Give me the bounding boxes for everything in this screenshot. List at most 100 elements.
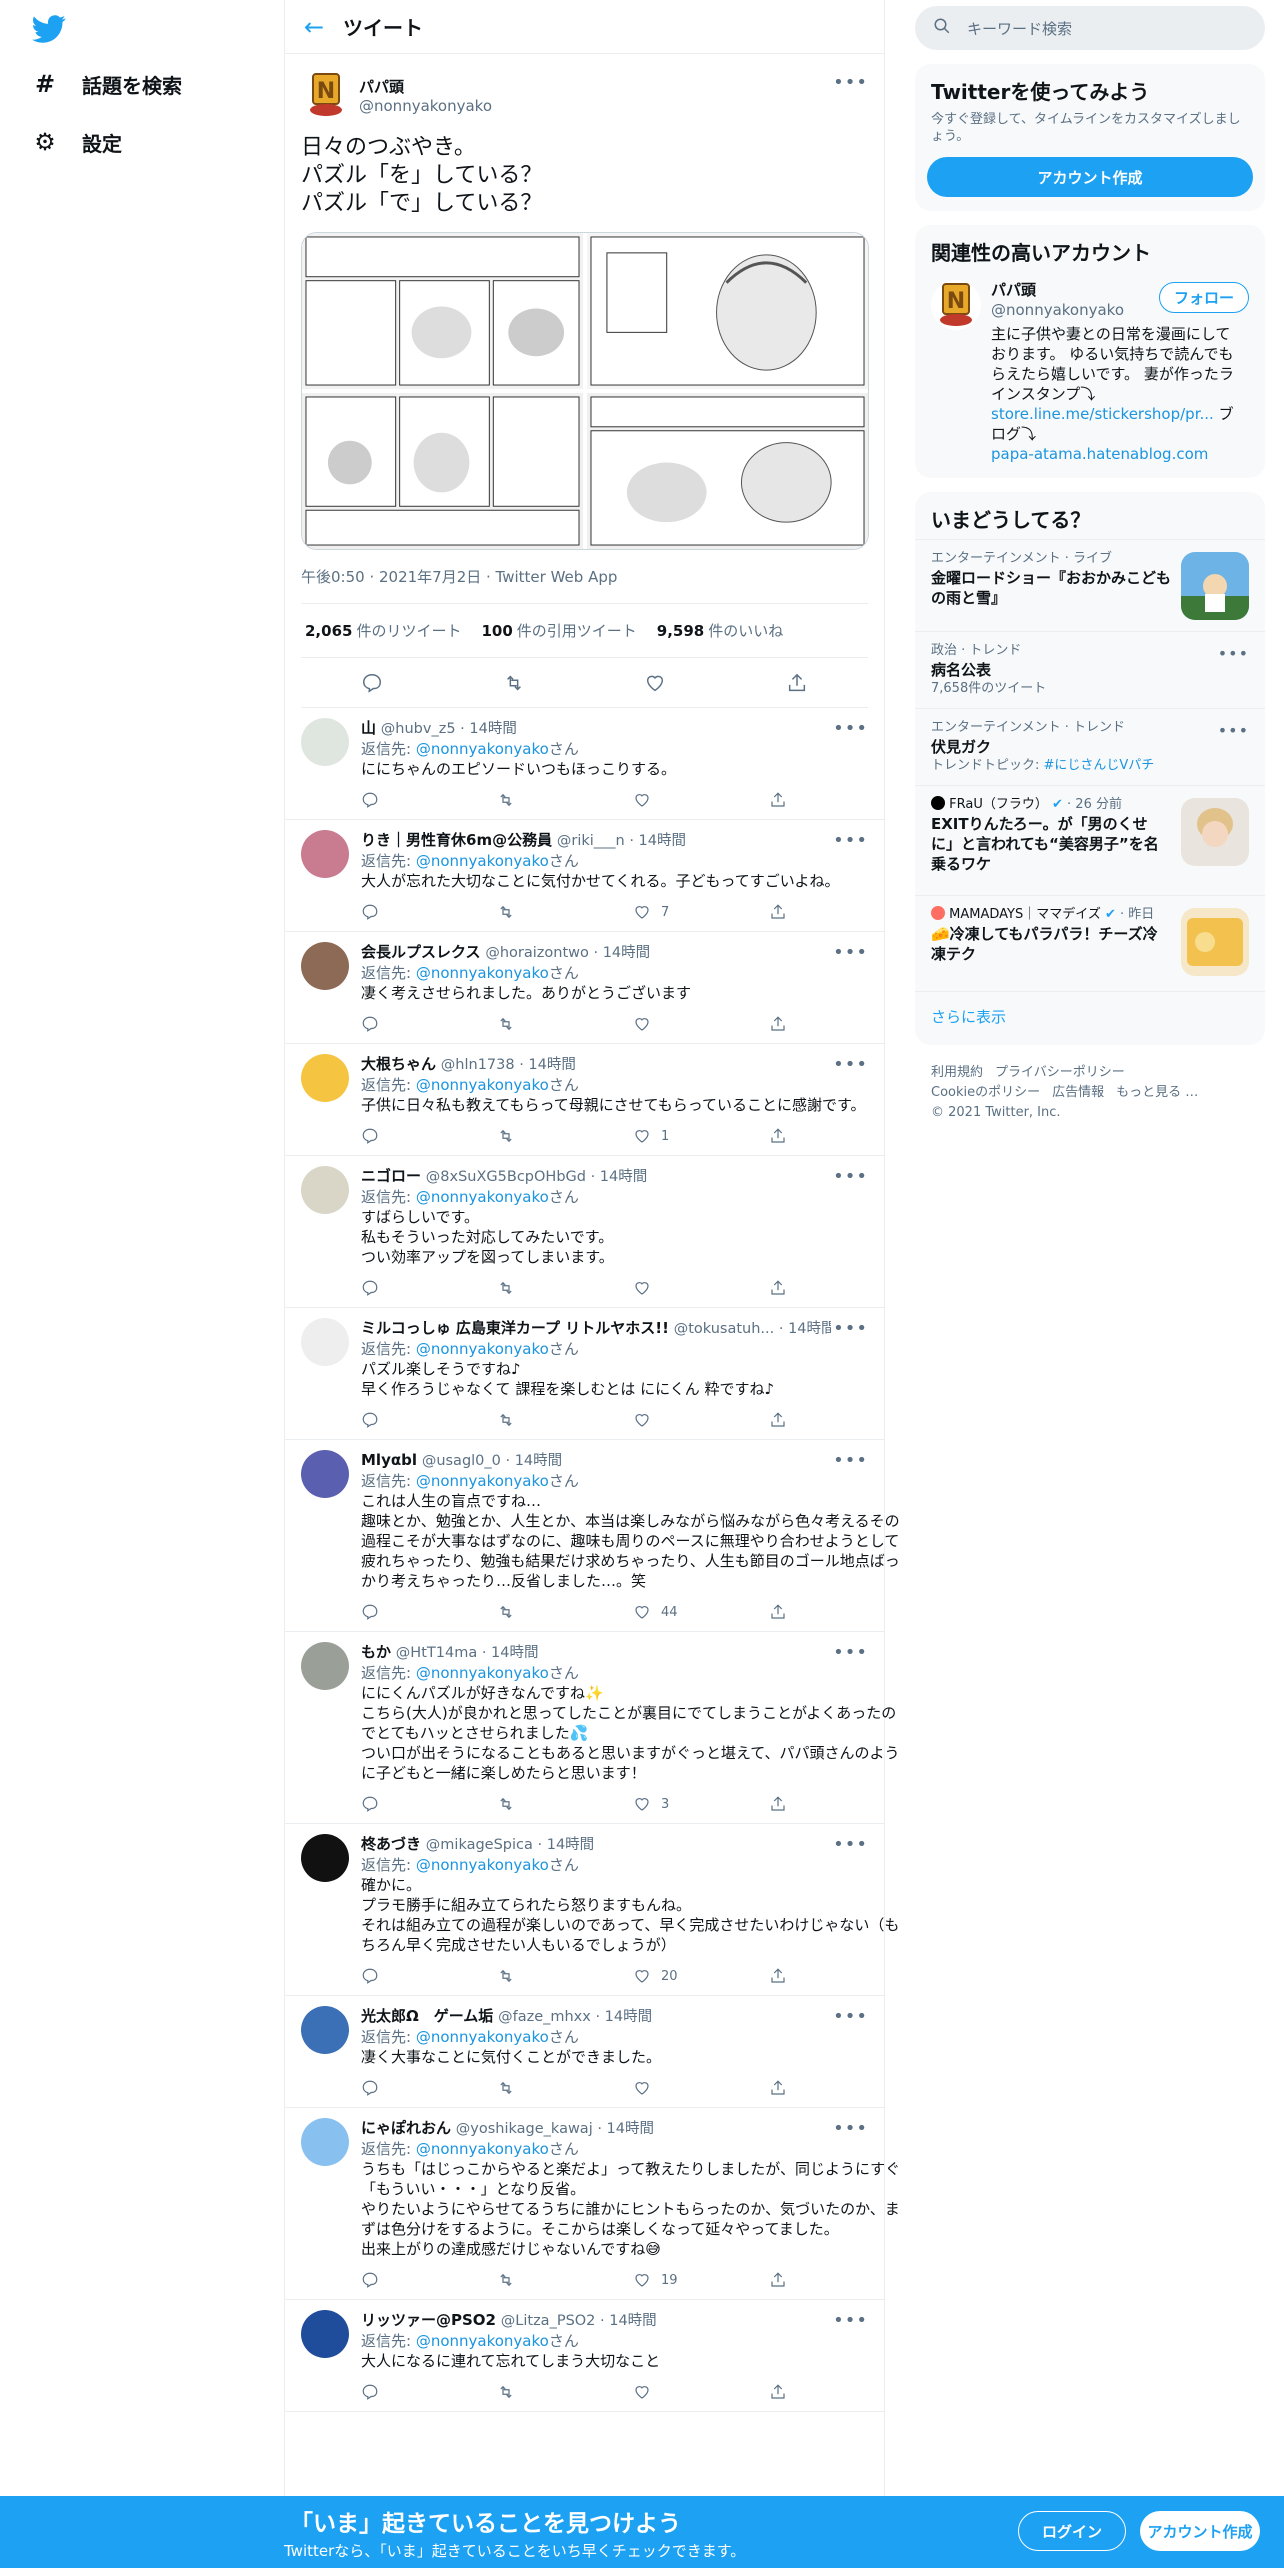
- footer-link-terms[interactable]: 利用規約: [931, 1065, 983, 1080]
- reply-to-handle[interactable]: @nonnyakonyako: [416, 1472, 549, 1490]
- share-icon[interactable]: [769, 1127, 787, 1145]
- like-icon[interactable]: [633, 903, 651, 921]
- reply-tweet[interactable]: リッツァー@PSO2 @Litza_PSO2 · 14時間 返信先: @nonny…: [285, 2300, 884, 2412]
- reply-tweet[interactable]: 会長ルプスレクス @horaizontwo · 14時間 返信先: @nonnya…: [285, 932, 884, 1044]
- reply-meta[interactable]: @hubv_z5 · 14時間: [381, 721, 517, 737]
- reply-icon[interactable]: [361, 1603, 379, 1621]
- reply-to-handle[interactable]: @nonnyakonyako: [416, 1340, 549, 1358]
- twitter-logo-icon[interactable]: [32, 12, 66, 46]
- reply-icon[interactable]: [361, 1411, 379, 1429]
- trend-item[interactable]: エンターテインメント · ライブ 金曜ロードショー『おおかみこどもの雨と雪』: [915, 539, 1265, 631]
- avatar[interactable]: [301, 718, 349, 766]
- reply-tweet[interactable]: 山 @hubv_z5 · 14時間 返信先: @nonnyakonyakoさん にに…: [285, 708, 884, 820]
- retweet-icon[interactable]: [497, 1603, 515, 1621]
- reply-author-name[interactable]: 柊あづき: [361, 1835, 421, 1853]
- share-icon[interactable]: [769, 1603, 787, 1621]
- reply-author-name[interactable]: もか: [361, 1643, 391, 1661]
- retweets-stat[interactable]: 2,065 件のリツイート: [305, 620, 461, 641]
- reply-author-name[interactable]: 大根ちゃん: [361, 1055, 436, 1073]
- avatar[interactable]: [301, 2310, 349, 2358]
- share-icon[interactable]: [769, 2079, 787, 2097]
- share-icon[interactable]: [769, 1279, 787, 1297]
- reply-to-handle[interactable]: @nonnyakonyako: [416, 1664, 549, 1682]
- reply-icon[interactable]: [361, 2079, 379, 2097]
- more-options-icon[interactable]: •••: [833, 718, 868, 739]
- related-link-line[interactable]: store.line.me/stickershop/pr...: [991, 405, 1214, 423]
- reply-author-name[interactable]: ミルコっしゅ 広島東洋カープ リトルヤホス!!: [361, 1319, 669, 1337]
- reply-icon[interactable]: [361, 2271, 379, 2289]
- related-account[interactable]: N パパ頭 @nonnyakonyako 主に子供や妻との日常を漫画にしておりま…: [915, 272, 1265, 478]
- share-icon[interactable]: [769, 791, 787, 809]
- author-name[interactable]: パパ頭: [359, 76, 492, 97]
- like-icon[interactable]: [633, 1279, 651, 1297]
- trend-item[interactable]: 政治 · トレンド 病名公表 7,658件のツイート •••: [915, 631, 1265, 708]
- likes-stat[interactable]: 9,598 件のいいね: [657, 620, 783, 641]
- reply-meta[interactable]: @usagl0_0 · 14時間: [422, 1453, 562, 1469]
- retweet-icon[interactable]: [497, 1967, 515, 1985]
- share-icon[interactable]: [769, 1967, 787, 1985]
- reply-icon[interactable]: [361, 1015, 379, 1033]
- retweet-icon[interactable]: [497, 1795, 515, 1813]
- show-more-link[interactable]: さらに表示: [915, 991, 1265, 1045]
- more-options-icon[interactable]: •••: [833, 2310, 868, 2331]
- reply-to-handle[interactable]: @nonnyakonyako: [416, 2028, 549, 2046]
- retweet-icon[interactable]: [497, 1127, 515, 1145]
- like-icon[interactable]: [633, 1603, 651, 1621]
- like-icon[interactable]: [633, 2079, 651, 2097]
- reply-author-name[interactable]: リッツァー@PSO2: [361, 2311, 496, 2329]
- footer-link-ads[interactable]: 広告情報: [1052, 1085, 1104, 1100]
- footer-link-more[interactable]: もっと見る …: [1116, 1085, 1198, 1100]
- nav-settings[interactable]: ⚙ 設定: [32, 122, 122, 162]
- reply-meta[interactable]: @yoshikage_kawaj · 14時間: [456, 2121, 654, 2137]
- reply-to-handle[interactable]: @nonnyakonyako: [416, 2332, 549, 2350]
- more-options-icon[interactable]: •••: [833, 2118, 868, 2139]
- avatar[interactable]: [301, 1318, 349, 1366]
- reply-author-name[interactable]: りき｜男性育休6m@公務員: [361, 831, 552, 849]
- reply-tweet[interactable]: りき｜男性育休6m@公務員 @riki___n · 14時間 返信先: @nonn…: [285, 820, 884, 932]
- create-account-button[interactable]: アカウント作成: [927, 157, 1253, 197]
- like-icon[interactable]: [633, 1795, 651, 1813]
- reply-meta[interactable]: @HtT14ma · 14時間: [396, 1645, 539, 1661]
- signup-button[interactable]: アカウント作成: [1140, 2511, 1260, 2551]
- retweet-icon[interactable]: [497, 903, 515, 921]
- reply-tweet[interactable]: Mlyαbl @usagl0_0 · 14時間 返信先: @nonnyakonya…: [285, 1440, 900, 1632]
- tweet-timestamp[interactable]: 午後0:50 · 2021年7月2日 · Twitter Web App: [301, 550, 868, 604]
- comic-image-2[interactable]: [587, 233, 868, 389]
- news-item[interactable]: FRaU（フラウ） ✔ · 26 分前 EXITりんたろー。が「男のくせに」と言…: [915, 785, 1265, 895]
- trend-item[interactable]: エンターテインメント · トレンド 伏見ガク トレンドトピック: #にじさんじV…: [915, 708, 1265, 785]
- more-options-icon[interactable]: •••: [833, 1450, 868, 1471]
- more-options-icon[interactable]: •••: [833, 1054, 868, 1075]
- reply-icon[interactable]: [361, 1967, 379, 1985]
- avatar[interactable]: [301, 942, 349, 990]
- reply-icon[interactable]: [361, 2383, 379, 2401]
- more-options-icon[interactable]: •••: [833, 72, 868, 93]
- reply-tweet[interactable]: ミルコっしゅ 広島東洋カープ リトルヤホス!! @tokusatuh... · …: [285, 1308, 884, 1440]
- footer-link-cookies[interactable]: Cookieのポリシー: [931, 1085, 1040, 1100]
- avatar[interactable]: [301, 2118, 349, 2166]
- reply-tweet[interactable]: にゃぽれおん @yoshikage_kawaj · 14時間 返信先: @nonn…: [285, 2108, 900, 2300]
- avatar[interactable]: [301, 1450, 349, 1498]
- retweet-icon[interactable]: [497, 2079, 515, 2097]
- avatar[interactable]: [301, 1054, 349, 1102]
- more-options-icon[interactable]: •••: [833, 2006, 868, 2027]
- comic-image-3[interactable]: [302, 393, 583, 549]
- reply-meta[interactable]: @mikageSpica · 14時間: [426, 1837, 594, 1853]
- share-icon[interactable]: [769, 1795, 787, 1813]
- like-icon[interactable]: [633, 1015, 651, 1033]
- retweet-icon[interactable]: [503, 672, 525, 694]
- like-icon[interactable]: [633, 2271, 651, 2289]
- search-input[interactable]: キーワード検索: [915, 6, 1265, 50]
- share-icon[interactable]: [769, 2383, 787, 2401]
- login-button[interactable]: ログイン: [1018, 2511, 1126, 2551]
- quotes-stat[interactable]: 100 件の引用ツイート: [481, 620, 636, 641]
- like-icon[interactable]: [644, 672, 666, 694]
- follow-button[interactable]: フォロー: [1158, 282, 1249, 313]
- share-icon[interactable]: [769, 1015, 787, 1033]
- reply-author-name[interactable]: 山: [361, 719, 376, 737]
- more-options-icon[interactable]: •••: [833, 1318, 868, 1339]
- avatar[interactable]: [301, 1834, 349, 1882]
- more-options-icon[interactable]: •••: [833, 830, 868, 851]
- footer-link-privacy[interactable]: プライバシーポリシー: [995, 1065, 1125, 1080]
- reply-meta[interactable]: @tokusatuh... · 14時間: [674, 1321, 831, 1337]
- reply-icon[interactable]: [361, 791, 379, 809]
